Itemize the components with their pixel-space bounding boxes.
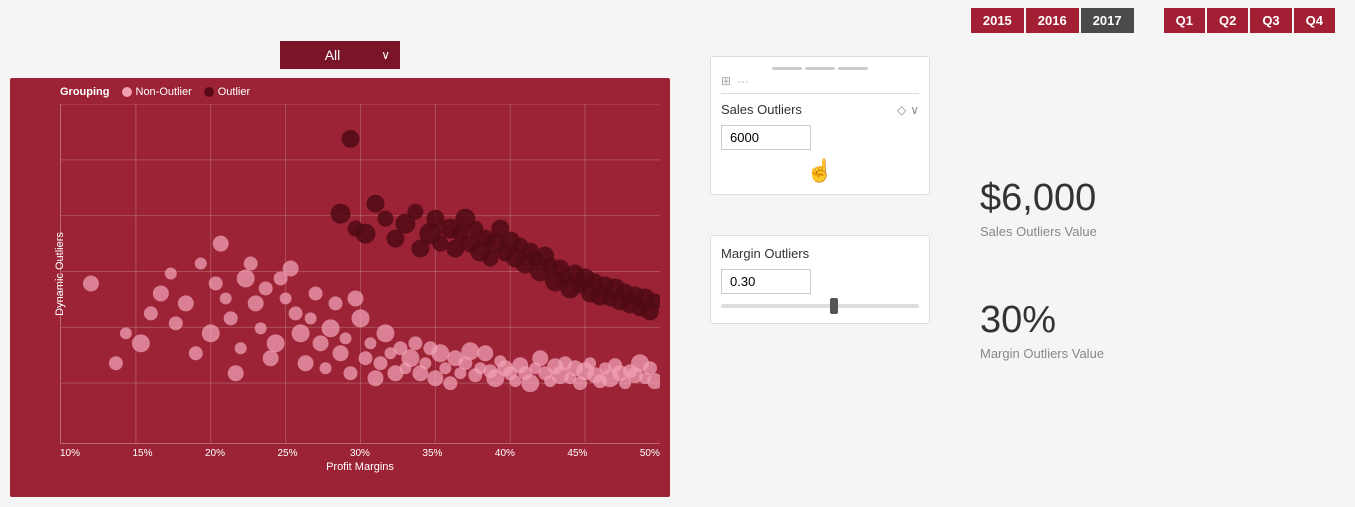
x-axis-title: Profit Margins bbox=[60, 461, 660, 473]
margin-metric-label: Margin Outliers Value bbox=[980, 346, 1104, 361]
year-2015-button[interactable]: 2015 bbox=[971, 8, 1024, 33]
controls-panel: ⊞ ··· Sales Outliers ◇ ∨ ☝ Margin Ou bbox=[690, 41, 950, 497]
margin-outliers-input[interactable] bbox=[721, 269, 811, 294]
sales-outliers-card: ⊞ ··· Sales Outliers ◇ ∨ ☝ bbox=[710, 56, 930, 195]
outlier-dot bbox=[204, 87, 214, 97]
metrics-panel: $6,000 Sales Outliers Value 30% Margin O… bbox=[950, 41, 1134, 497]
quarter-q2-button[interactable]: Q2 bbox=[1207, 8, 1248, 33]
x-label-15: 15% bbox=[132, 448, 152, 459]
sales-outliers-input[interactable] bbox=[721, 125, 811, 150]
sales-outliers-title: Sales Outliers bbox=[721, 102, 802, 117]
non-outlier-legend-item: Non-Outlier bbox=[122, 86, 192, 98]
category-dropdown[interactable]: All Category A Category B bbox=[280, 41, 400, 69]
expand-icon: ∨ bbox=[910, 103, 919, 117]
x-label-30: 30% bbox=[350, 448, 370, 459]
dropdown-row: All Category A Category B bbox=[10, 41, 670, 73]
quarter-filter-group: Q1 Q2 Q3 Q4 bbox=[1164, 8, 1335, 33]
year-2016-button[interactable]: 2016 bbox=[1026, 8, 1079, 33]
chart-inner: 25K 20K 15K 10K 5K 0K bbox=[60, 104, 660, 444]
right-panel: ⊞ ··· Sales Outliers ◇ ∨ ☝ Margin Ou bbox=[690, 41, 1345, 497]
cursor-hand-icon: ☝ bbox=[721, 158, 919, 184]
category-dropdown-wrapper: All Category A Category B bbox=[280, 41, 400, 69]
chart-area: Dynamic Outliers bbox=[60, 104, 660, 444]
x-label-10: 10% bbox=[60, 448, 80, 459]
quarter-q3-button[interactable]: Q3 bbox=[1250, 8, 1291, 33]
grid-lines-svg: 25K 20K 15K 10K 5K 0K bbox=[61, 104, 660, 443]
top-bar: 2015 2016 2017 Q1 Q2 Q3 Q4 bbox=[0, 0, 1355, 41]
margin-outliers-title: Margin Outliers bbox=[721, 246, 809, 261]
chart-legend: Grouping Non-Outlier Outlier bbox=[60, 86, 660, 98]
x-label-45: 45% bbox=[567, 448, 587, 459]
margin-metric: 30% Margin Outliers Value bbox=[980, 299, 1104, 361]
non-outlier-label: Non-Outlier bbox=[136, 86, 192, 98]
margin-slider-track bbox=[721, 304, 919, 308]
margin-metric-value: 30% bbox=[980, 299, 1104, 342]
margin-outliers-card: Margin Outliers bbox=[710, 235, 930, 324]
diamond-icon: ◇ bbox=[897, 103, 906, 117]
x-label-35: 35% bbox=[422, 448, 442, 459]
outlier-legend-item: Outlier bbox=[204, 86, 250, 98]
x-label-25: 25% bbox=[277, 448, 297, 459]
x-label-20: 20% bbox=[205, 448, 225, 459]
year-2017-button[interactable]: 2017 bbox=[1081, 8, 1134, 33]
scatter-chart-container: Grouping Non-Outlier Outlier Dynamic Out… bbox=[10, 78, 670, 497]
non-outlier-dot bbox=[122, 87, 132, 97]
left-panel: All Category A Category B Grouping Non-O… bbox=[10, 41, 670, 497]
year-filter-group: 2015 2016 2017 bbox=[971, 8, 1134, 33]
grouping-label: Grouping bbox=[60, 86, 110, 98]
sales-metric-label: Sales Outliers Value bbox=[980, 224, 1104, 239]
main-content: All Category A Category B Grouping Non-O… bbox=[0, 41, 1355, 507]
card-menu-icon: ··· bbox=[737, 74, 749, 88]
margin-slider-thumb[interactable] bbox=[830, 298, 838, 314]
quarter-q1-button[interactable]: Q1 bbox=[1164, 8, 1205, 33]
quarter-q4-button[interactable]: Q4 bbox=[1294, 8, 1335, 33]
outlier-label: Outlier bbox=[218, 86, 250, 98]
x-label-50: 50% bbox=[640, 448, 660, 459]
x-label-40: 40% bbox=[495, 448, 515, 459]
x-axis-labels: 10% 15% 20% 25% 30% 35% 40% 45% 50% bbox=[60, 444, 660, 459]
card-grid-icon: ⊞ bbox=[721, 74, 731, 88]
sales-metric: $6,000 Sales Outliers Value bbox=[980, 177, 1104, 239]
sales-metric-value: $6,000 bbox=[980, 177, 1104, 220]
